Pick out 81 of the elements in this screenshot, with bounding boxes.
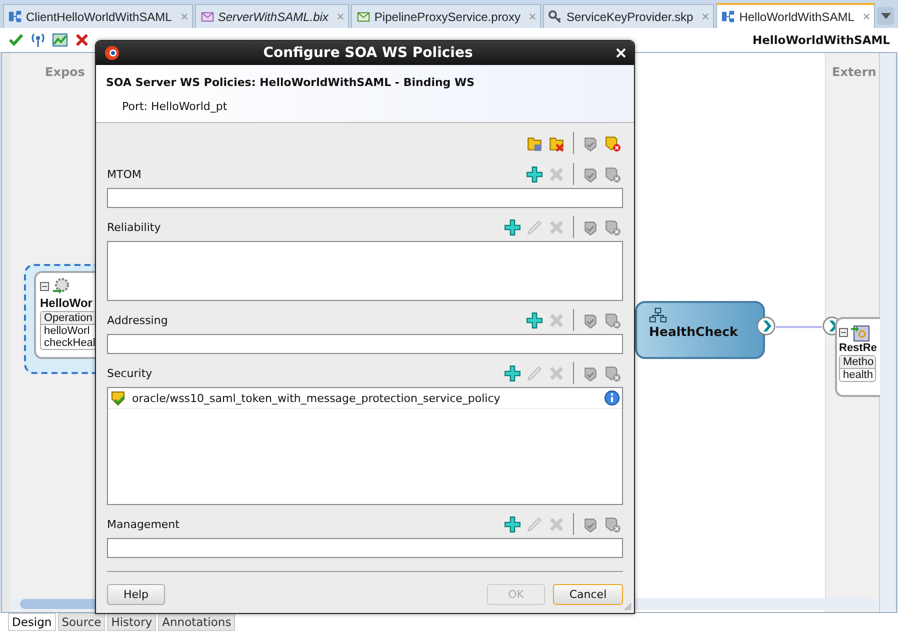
shield-remove-icon[interactable] bbox=[604, 312, 621, 328]
policy-list[interactable] bbox=[107, 241, 623, 301]
close-icon[interactable] bbox=[702, 13, 710, 20]
help-button[interactable]: Help bbox=[107, 584, 165, 605]
section-label: Reliability bbox=[107, 220, 162, 234]
view-tab[interactable]: Source bbox=[58, 613, 106, 631]
node-title: HealthCheck bbox=[649, 324, 739, 339]
view-tab[interactable]: History bbox=[107, 613, 156, 631]
collapse-icon[interactable] bbox=[839, 328, 848, 336]
delete-icon[interactable] bbox=[74, 32, 90, 48]
shield-remove-icon[interactable] bbox=[604, 134, 621, 152]
diagram-title: HelloWorldWithSAML bbox=[752, 33, 890, 47]
dropdown-button[interactable] bbox=[877, 7, 894, 25]
folder-delete-icon[interactable] bbox=[548, 134, 565, 152]
vertical-scrollbar[interactable] bbox=[879, 53, 896, 612]
caret-icon bbox=[880, 13, 891, 19]
port-label: Port: HelloWorld_pt bbox=[121, 100, 228, 113]
dialog-title: Configure SOA WS Policies bbox=[262, 45, 474, 61]
service-node[interactable]: HelloWor Operation helloWorl checkHeal bbox=[34, 271, 96, 359]
view-tab[interactable]: Design bbox=[8, 613, 56, 631]
editor-tab[interactable]: ServiceKeyProvider.skp bbox=[543, 4, 714, 28]
connection-line bbox=[776, 326, 822, 328]
dialog-heading: SOA Server WS Policies: HelloWorldWithSAML - Binding WS bbox=[106, 76, 476, 89]
operation-name: checkHeal bbox=[43, 337, 95, 349]
section-label: Management bbox=[107, 518, 180, 530]
port-icon[interactable] bbox=[756, 316, 776, 336]
hierarchy-icon bbox=[649, 307, 667, 324]
add-icon[interactable] bbox=[526, 166, 543, 182]
editor-tab[interactable]: ServerWithSAML.bix bbox=[194, 4, 350, 28]
resize-grip-icon[interactable] bbox=[623, 602, 632, 611]
shield-remove-icon[interactable] bbox=[604, 516, 621, 532]
shield-check-icon[interactable] bbox=[582, 134, 599, 152]
close-icon[interactable] bbox=[337, 13, 344, 20]
shield-check-icon[interactable] bbox=[582, 312, 599, 328]
policy-list[interactable] bbox=[107, 334, 623, 354]
shield-check-icon[interactable] bbox=[582, 516, 599, 532]
add-icon[interactable] bbox=[504, 364, 521, 382]
editor-tab[interactable]: HelloWorldWithSAML bbox=[716, 3, 876, 28]
lane-label: Extern bbox=[832, 65, 876, 79]
close-icon[interactable] bbox=[180, 13, 188, 20]
node-title: HelloWor bbox=[40, 296, 94, 310]
policy-list[interactable]: oracle/wss10_saml_token_with_message_protection_service_policy bbox=[107, 387, 623, 505]
shield-remove-icon[interactable] bbox=[604, 166, 621, 182]
chart-icon[interactable] bbox=[52, 32, 68, 48]
composite-icon bbox=[721, 9, 736, 24]
info-icon[interactable] bbox=[604, 390, 620, 406]
view-tab[interactable]: Annotations bbox=[158, 613, 236, 631]
table-header: Metho bbox=[840, 356, 875, 369]
section-label: MTOM bbox=[107, 168, 142, 180]
policy-name[interactable]: oracle/wss10_saml_token_with_message_protection_service_policy bbox=[132, 392, 598, 404]
close-icon[interactable] bbox=[529, 13, 536, 20]
close-icon[interactable] bbox=[863, 13, 870, 20]
add-icon[interactable] bbox=[504, 218, 521, 236]
shield-check-icon[interactable] bbox=[582, 364, 599, 382]
dialog-button[interactable]: Cancel bbox=[553, 584, 623, 605]
operation-name: helloWorl bbox=[43, 325, 91, 337]
node-title: RestRe bbox=[839, 342, 876, 354]
composite-icon bbox=[8, 9, 23, 24]
method-name: health bbox=[842, 369, 874, 381]
shield-remove-icon[interactable] bbox=[604, 364, 621, 382]
shield-check-icon[interactable] bbox=[582, 218, 599, 236]
app-icon bbox=[104, 45, 120, 61]
shield-check-icon[interactable] bbox=[582, 166, 599, 182]
component-node[interactable]: HealthCheck bbox=[635, 301, 765, 359]
policy-list[interactable] bbox=[107, 188, 623, 208]
add-icon[interactable] bbox=[526, 312, 543, 328]
editor-tab[interactable]: ClientHelloWorldWithSAML bbox=[3, 4, 193, 28]
checkmark-icon[interactable] bbox=[8, 32, 24, 48]
reference-node[interactable]: RestRe Metho health bbox=[835, 317, 880, 397]
policy-list[interactable] bbox=[107, 538, 623, 558]
collapse-icon[interactable] bbox=[40, 282, 49, 290]
section-label: Addressing bbox=[107, 314, 169, 326]
section-label: Security bbox=[107, 366, 154, 380]
shield-remove-icon[interactable] bbox=[604, 218, 621, 236]
antenna-icon[interactable] bbox=[30, 32, 46, 48]
lane-label: Expos bbox=[45, 65, 85, 79]
key-icon bbox=[548, 9, 564, 24]
add-icon[interactable] bbox=[504, 516, 521, 532]
close-button[interactable] bbox=[616, 48, 626, 58]
editor-tab[interactable]: PipelineProxyService.proxy bbox=[351, 4, 542, 28]
table-header: Operation bbox=[41, 312, 95, 325]
